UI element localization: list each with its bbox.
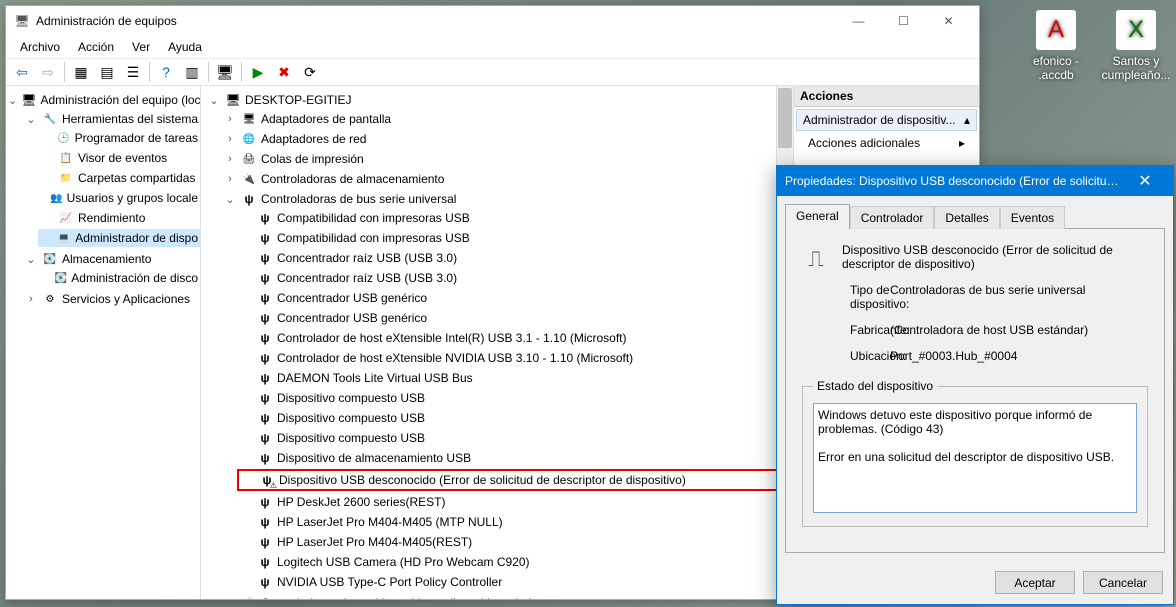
actions-section[interactable]: Administrador de dispositiv... ▴ — [796, 109, 977, 131]
options-button[interactable]: ▥ — [180, 60, 204, 84]
refresh-button[interactable]: ⟳ — [298, 60, 322, 84]
device-group[interactable]: ›Adaptadores de pantalla — [221, 110, 789, 128]
scope-pane: ⌄Administración del equipo (loc⌄Herramie… — [6, 86, 201, 599]
back-button[interactable]: ⇦ — [10, 60, 34, 84]
tree-item[interactable]: ·Programador de tareas — [38, 129, 200, 147]
device-item[interactable]: ·Concentrador raíz USB (USB 3.0) — [237, 269, 789, 287]
scroll-thumb[interactable] — [778, 88, 792, 148]
tree-item[interactable]: ⌄Almacenamiento — [22, 250, 200, 268]
device-item[interactable]: ·Controlador de host eXtensible NVIDIA U… — [237, 349, 789, 367]
device-group[interactable]: ⌄Controladoras de bus serie universal — [221, 190, 789, 208]
properties-tabs: General Controlador Detalles Eventos — [777, 196, 1173, 229]
device-item[interactable]: ·Concentrador USB genérico — [237, 309, 789, 327]
toolbar: ⇦ ⇨ ▦ ▤ ☰ ? ▥ 🖥 ▶ ✖ ⟳ — [6, 58, 979, 86]
maximize-button[interactable]: ☐ — [881, 7, 926, 35]
device-item[interactable]: ·Concentrador USB genérico — [237, 289, 789, 307]
properties-close-button[interactable]: ✕ — [1125, 171, 1165, 191]
device-item[interactable]: ·Dispositivo compuesto USB — [237, 389, 789, 407]
tab-body: ⎍ Dispositivo USB desconocido (Error de … — [785, 228, 1165, 553]
forward-button[interactable]: ⇨ — [36, 60, 60, 84]
tab-events[interactable]: Eventos — [1000, 206, 1065, 229]
device-item[interactable]: ·Controlador de host eXtensible Intel(R)… — [237, 329, 789, 347]
usb-icon: ⎍ — [800, 243, 832, 275]
device-item[interactable]: ·Compatibilidad con impresoras USB — [237, 229, 789, 247]
computer-icon[interactable]: 🖥 — [213, 60, 237, 84]
device-name: Dispositivo USB desconocido (Error de so… — [842, 243, 1150, 271]
device-item[interactable]: ·NVIDIA USB Type-C Port Policy Controlle… — [237, 573, 789, 591]
tree-item[interactable]: ·Carpetas compartidas — [38, 169, 200, 187]
device-item[interactable]: ·Dispositivo compuesto USB — [237, 429, 789, 447]
desktop-icons: Aefonico - .accdb XSantos y cumpleaño... — [1026, 10, 1166, 82]
tree-item[interactable]: ·Visor de eventos — [38, 149, 200, 167]
tree-item[interactable]: ⌄Herramientas del sistema — [22, 110, 200, 128]
device-item[interactable]: ·HP LaserJet Pro M404-M405 (MTP NULL) — [237, 513, 789, 531]
minimize-button[interactable]: — — [836, 7, 881, 35]
tree-item[interactable]: ·Administración de disco — [38, 269, 200, 287]
chevron-right-icon: ▸ — [959, 136, 965, 150]
device-root[interactable]: ⌄DESKTOP-EGITIEJ — [205, 91, 789, 109]
tree-item[interactable]: ›Servicios y Aplicaciones — [22, 290, 200, 308]
device-item[interactable]: ·HP LaserJet Pro M404-M405(REST) — [237, 533, 789, 551]
device-item[interactable]: ·DAEMON Tools Lite Virtual USB Bus — [237, 369, 789, 387]
tree-item[interactable]: ·Usuarios y grupos locale — [38, 189, 200, 207]
view-button[interactable]: ▤ — [95, 60, 119, 84]
cancel-button[interactable]: Cancelar — [1083, 571, 1163, 594]
menu-accion[interactable]: Acción — [70, 38, 122, 56]
close-button[interactable]: ✕ — [926, 7, 971, 35]
properties-window: Propiedades: Dispositivo USB desconocido… — [776, 165, 1174, 605]
device-item[interactable]: ·HP DeskJet 2600 series(REST) — [237, 493, 789, 511]
chevron-up-icon: ▴ — [964, 113, 970, 127]
actions-additional[interactable]: Acciones adicionales ▸ — [794, 133, 979, 153]
device-item[interactable]: ·Logitech USB Camera (HD Pro Webcam C920… — [237, 553, 789, 571]
tab-details[interactable]: Detalles — [934, 206, 999, 229]
tree-item[interactable]: ·Rendimiento — [38, 209, 200, 227]
actions-header: Acciones — [794, 86, 979, 107]
tree-item[interactable]: ·Administrador de dispo — [38, 229, 200, 247]
menu-ver[interactable]: Ver — [124, 38, 158, 56]
tab-controller[interactable]: Controlador — [850, 206, 935, 229]
device-status-group: Estado del dispositivo — [802, 379, 1148, 527]
device-item[interactable]: ·Dispositivo de almacenamiento USB — [237, 449, 789, 467]
result-pane: ⌄DESKTOP-EGITIEJ›Adaptadores de pantalla… — [201, 86, 794, 599]
help-button[interactable]: ? — [154, 60, 178, 84]
device-item[interactable]: ·Dispositivo compuesto USB — [237, 409, 789, 427]
menu-ayuda[interactable]: Ayuda — [160, 38, 210, 56]
menu-archivo[interactable]: Archivo — [12, 38, 68, 56]
titlebar[interactable]: 🖥 Administración de equipos — ☐ ✕ — [6, 6, 979, 36]
remove-button[interactable]: ✖ — [272, 60, 296, 84]
device-group[interactable]: ›Colas de impresión — [221, 150, 789, 168]
device-item[interactable]: ·Compatibilidad con impresoras USB — [237, 209, 789, 227]
desktop-icon-access[interactable]: Aefonico - .accdb — [1026, 10, 1086, 82]
device-item[interactable]: ·Dispositivo USB desconocido (Error de s… — [237, 469, 789, 491]
properties-titlebar[interactable]: Propiedades: Dispositivo USB desconocido… — [777, 166, 1173, 196]
ok-button[interactable]: Aceptar — [995, 571, 1075, 594]
tree-root[interactable]: ⌄Administración del equipo (loc — [6, 91, 200, 109]
device-group[interactable]: ›Controladoras de almacenamiento — [221, 170, 789, 188]
desktop-icon-excel[interactable]: XSantos y cumpleaño... — [1106, 10, 1166, 82]
app-icon: 🖥 — [14, 13, 30, 29]
tab-general[interactable]: General — [785, 204, 850, 229]
device-item[interactable]: ·Concentrador raíz USB (USB 3.0) — [237, 249, 789, 267]
device-group[interactable]: ›Adaptadores de red — [221, 130, 789, 148]
list-button[interactable]: ☰ — [121, 60, 145, 84]
window-title: Administración de equipos — [36, 14, 836, 28]
scan-button[interactable]: ▶ — [246, 60, 270, 84]
menubar: Archivo Acción Ver Ayuda — [6, 36, 979, 58]
device-group[interactable]: ›Controladoras de sonido y vídeo y dispo… — [221, 594, 789, 599]
device-status-text[interactable] — [813, 403, 1137, 513]
scope-button[interactable]: ▦ — [69, 60, 93, 84]
